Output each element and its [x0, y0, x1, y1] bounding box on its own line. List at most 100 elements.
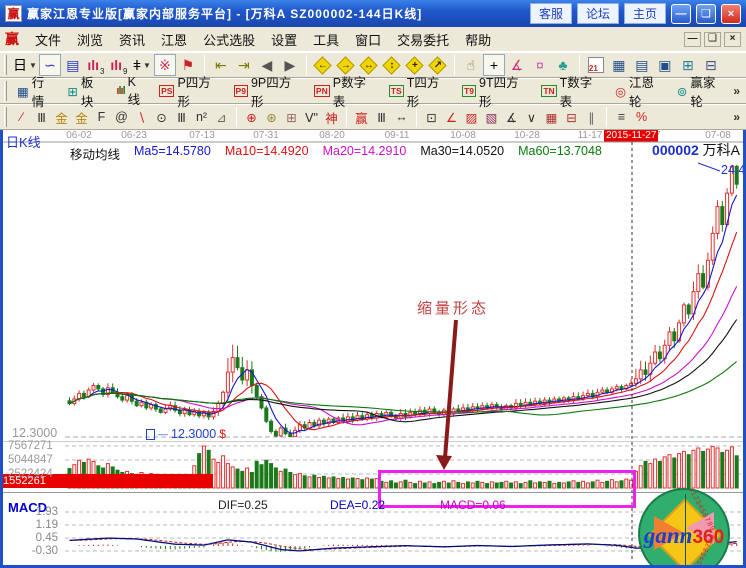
toolbar-grip[interactable]: [4, 81, 7, 101]
gold-section-tool-button[interactable]: 金: [72, 107, 91, 127]
ruler-123-tool-button[interactable]: Ⅲ: [372, 107, 391, 127]
sectors-button[interactable]: ⊞板块: [62, 80, 110, 102]
flower-tool-icon: ¤: [536, 57, 544, 73]
chart-area[interactable]: 06-0206-2307-1307-3108-2009-1110-0810-28…: [0, 130, 746, 568]
maximize-button[interactable]: ❑: [696, 4, 716, 24]
shrink-volume-highlight-box: [378, 470, 636, 508]
angle-lines-tool-button[interactable]: ∡: [502, 107, 521, 127]
grid2-tool-icon: ⊟: [566, 110, 576, 125]
ruler-tool-button[interactable]: Ⅲ: [32, 107, 51, 127]
kline-button[interactable]: ılılK线: [111, 80, 153, 102]
vee-tool-button[interactable]: ∨: [522, 107, 541, 127]
f-ruler-tool-icon: F: [98, 110, 106, 124]
child-window-icon[interactable]: 赢: [5, 29, 19, 49]
9p-square-button[interactable]: P99P四方形: [229, 80, 308, 102]
service-button-主页[interactable]: 主页: [624, 3, 666, 24]
t-number-table-label: T数字表: [560, 72, 604, 110]
candle-style-button[interactable]: ǂ▼: [131, 54, 153, 76]
pen2-tool-button[interactable]: ∖: [132, 107, 151, 127]
gann-fan-tool-button[interactable]: ▧: [482, 107, 501, 127]
levels-tool-icon: ≡: [618, 110, 625, 124]
winner-wheel-button[interactable]: ⊚赢家轮: [672, 80, 732, 102]
web-tool-button[interactable]: ⊞: [282, 107, 301, 127]
menu-窗口[interactable]: 窗口: [347, 28, 389, 51]
menu-帮助[interactable]: 帮助: [457, 28, 499, 51]
toolbar-overflow-chevron[interactable]: »: [733, 110, 740, 124]
save-icon: ▣: [658, 57, 671, 74]
fan-lines-tool-button[interactable]: ∠: [442, 107, 461, 127]
win-ruler-tool-button[interactable]: 赢: [352, 107, 371, 127]
9t-square-button[interactable]: T99T四方形: [457, 80, 535, 102]
sail-tool-button[interactable]: ⊿: [212, 107, 231, 127]
titlebar[interactable]: 赢 赢家江恩专业版[赢家内部服务平台] - [万科A SZ000002-144日…: [0, 0, 746, 27]
flower-tool-button[interactable]: ¤: [529, 54, 551, 76]
menu-交易委托[interactable]: 交易委托: [389, 28, 457, 51]
pen-tool-button[interactable]: ∕: [12, 107, 31, 127]
width-tool-button[interactable]: ↔: [392, 107, 411, 127]
t-square-button[interactable]: TST四方形: [384, 80, 456, 102]
menu-工具[interactable]: 工具: [305, 28, 347, 51]
toolbar-grip[interactable]: [4, 55, 7, 75]
angle-measure-tool-icon: ∡: [511, 57, 524, 74]
target-tool-button[interactable]: ⊕: [242, 107, 261, 127]
child-restore-button[interactable]: ❑: [704, 32, 721, 47]
cycle-clock-tool-button[interactable]: ⊙: [152, 107, 171, 127]
macd-dif-value: DIF=0.25: [218, 498, 268, 512]
gann-box-tool-button[interactable]: ▨: [462, 107, 481, 127]
close-button[interactable]: ×: [721, 4, 741, 24]
percent-tool-button[interactable]: %: [632, 107, 651, 127]
minimize-button[interactable]: —: [671, 4, 691, 24]
web-tool-icon: ⊞: [286, 110, 296, 125]
t-number-table-button[interactable]: TNT数字表: [536, 80, 609, 102]
toolbar-separator: [416, 107, 417, 127]
child-minimize-button[interactable]: —: [684, 32, 701, 47]
p-square-button[interactable]: PSP四方形: [154, 80, 227, 102]
sectors-label: 板块: [81, 72, 106, 110]
pen2-tool-icon: ∖: [138, 110, 146, 125]
gann-wheel-button[interactable]: ◎江恩轮: [610, 80, 671, 102]
menu-江恩[interactable]: 江恩: [153, 28, 195, 51]
print-icon: ⊟: [705, 57, 717, 74]
menu-资讯[interactable]: 资讯: [111, 28, 153, 51]
fan-lines-tool-icon: ∠: [446, 110, 457, 125]
frame-left: [0, 130, 3, 568]
zoom-vertical-button[interactable]: ↕: [381, 54, 403, 76]
grid2-tool-button[interactable]: ⊟: [562, 107, 581, 127]
service-button-客服[interactable]: 客服: [530, 3, 572, 24]
pattern-tool-button[interactable]: ※: [154, 54, 176, 76]
p-number-table-button[interactable]: PNP数字表: [309, 80, 383, 102]
chart-9min-button[interactable]: ılı9: [108, 54, 130, 76]
comb-ruler-tool-button[interactable]: Ⅲ: [172, 107, 191, 127]
n-square-tool-button[interactable]: n²: [192, 107, 211, 127]
wheel-tool-button[interactable]: ⊛: [262, 107, 281, 127]
gold-ratio-tool-button[interactable]: 金: [52, 107, 71, 127]
menu-文件[interactable]: 文件: [27, 28, 69, 51]
box-tool-button[interactable]: ⊡: [422, 107, 441, 127]
k-quote-tool-button[interactable]: Ⅴ": [302, 107, 321, 127]
toolbar-separator: [454, 55, 455, 75]
winner-wheel-label: 赢家轮: [690, 72, 727, 110]
grid-tool-button[interactable]: ▦: [542, 107, 561, 127]
levels-tool-button[interactable]: ≡: [612, 107, 631, 127]
menu-浏览[interactable]: 浏览: [69, 28, 111, 51]
service-button-论坛[interactable]: 论坛: [577, 3, 619, 24]
menu-设置[interactable]: 设置: [263, 28, 305, 51]
f-ruler-tool-button[interactable]: F: [92, 107, 111, 127]
toolbar-overflow-chevron[interactable]: »: [733, 84, 740, 98]
vee-tool-icon: ∨: [527, 110, 536, 125]
zoom-left-button[interactable]: ←: [312, 54, 334, 76]
menu-公式选股[interactable]: 公式选股: [195, 28, 263, 51]
comb-ruler-tool-icon: Ⅲ: [177, 110, 186, 125]
child-close-button[interactable]: ×: [724, 32, 741, 47]
gann-box-tool-icon: ▨: [466, 110, 478, 125]
spiral-tool-icon: @: [115, 110, 128, 124]
god-tool-button[interactable]: 神: [322, 107, 341, 127]
toolbar-grip[interactable]: [4, 107, 7, 127]
parallel-tool-button[interactable]: ∥: [582, 107, 601, 127]
p-square-label: P四方形: [177, 72, 222, 110]
calculator-button[interactable]: ▦: [608, 54, 630, 76]
spiral-tool-button[interactable]: @: [112, 107, 131, 127]
price-annotation[interactable]: ‒‒ 12.3000 $: [146, 427, 226, 441]
panel-period-label: 日K线: [6, 132, 41, 151]
quotes-button[interactable]: ▦行情: [12, 80, 61, 102]
